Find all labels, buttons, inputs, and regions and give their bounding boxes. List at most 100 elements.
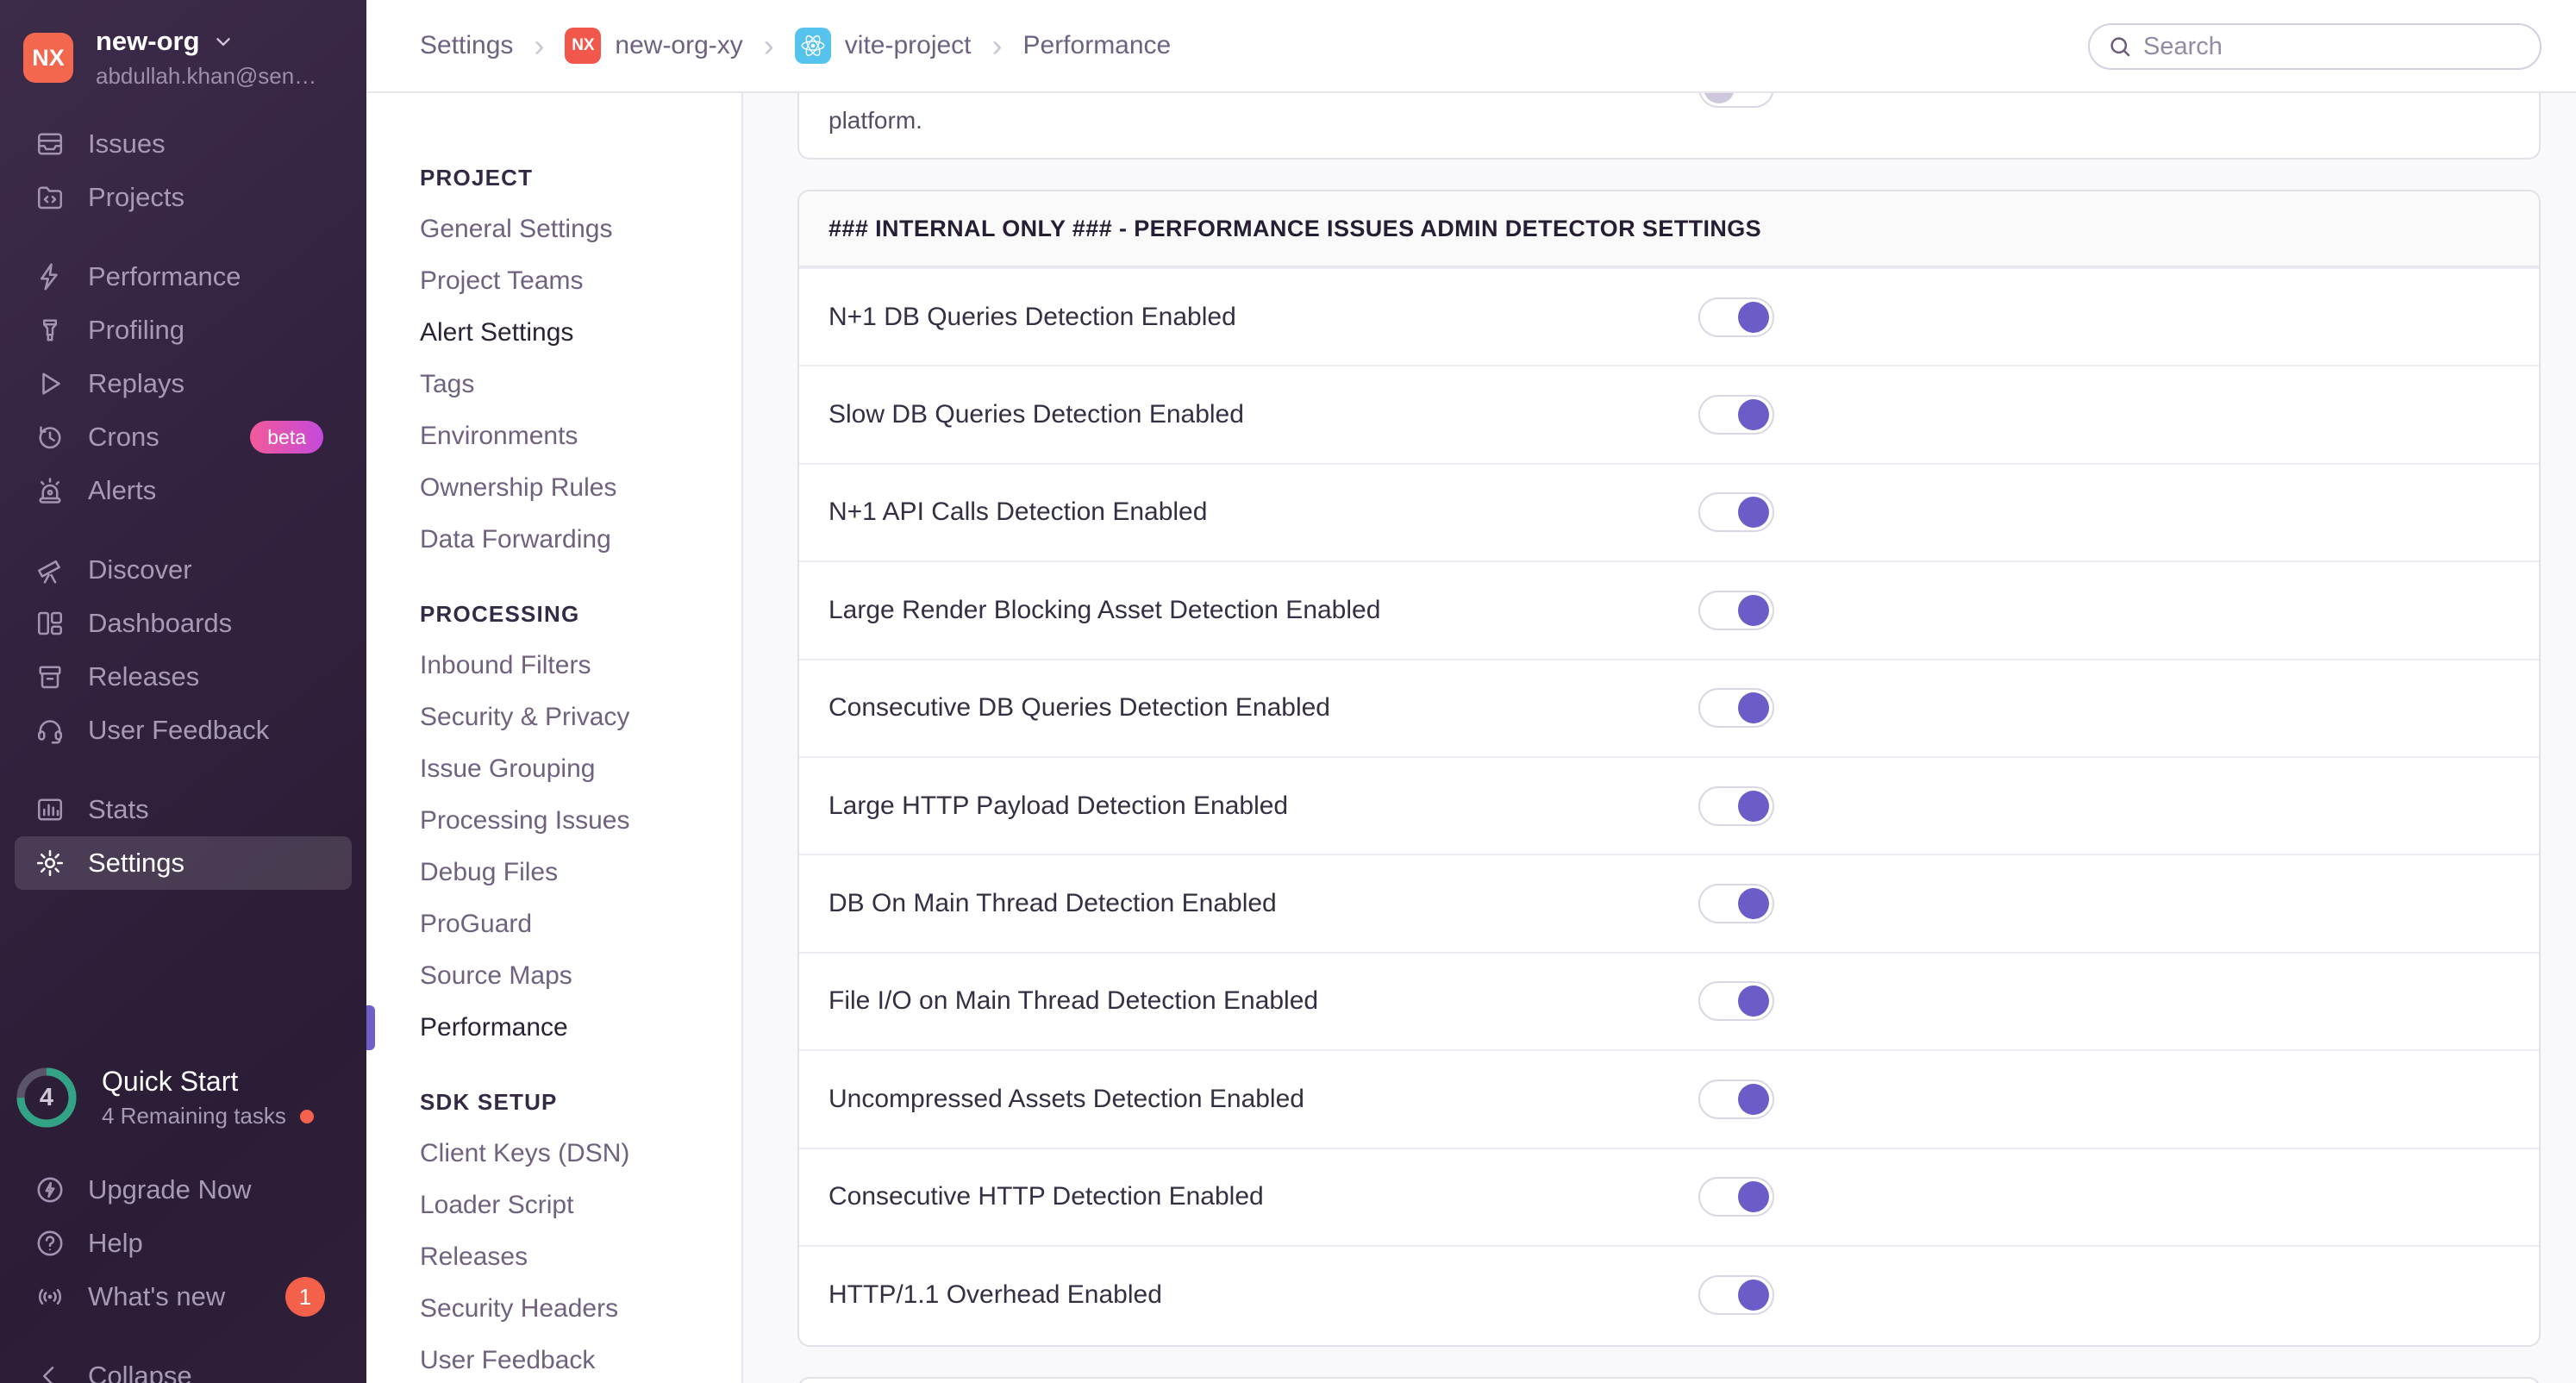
issues-icon	[37, 133, 63, 155]
play-icon	[42, 372, 60, 395]
breadcrumb-settings[interactable]: Settings	[420, 31, 513, 60]
toggle-knob	[1738, 1083, 1769, 1115]
nav-item-source-maps[interactable]: Source Maps	[366, 950, 741, 1002]
nav-item-performance[interactable]: Performance	[366, 1002, 741, 1054]
breadcrumb-organization[interactable]: NX new-org-xy	[565, 28, 743, 64]
setting-row: Large Render Blocking Asset Detection En…	[799, 560, 2539, 658]
partial-panel-toggle[interactable]	[1698, 93, 1774, 108]
sidebar-item-collapse[interactable]: Collapse	[0, 1349, 366, 1383]
toggle-http11-overhead[interactable]	[1698, 1274, 1774, 1315]
setting-row: DB On Main Thread Detection Enabled	[799, 854, 2539, 951]
dashboard-grid-icon	[37, 611, 63, 635]
setting-row: Consecutive DB Queries Detection Enabled	[799, 658, 2539, 756]
nav-item-project-teams[interactable]: Project Teams	[366, 255, 741, 307]
toggle-n1-api-calls[interactable]	[1698, 492, 1774, 533]
nav-item-tags[interactable]: Tags	[366, 359, 741, 410]
notification-dot	[299, 1109, 314, 1123]
sidebar-item-label: Projects	[88, 182, 184, 212]
toggle-knob	[1738, 1279, 1769, 1311]
nav-item-issue-grouping[interactable]: Issue Grouping	[366, 743, 741, 795]
search-input[interactable]	[2143, 32, 2523, 61]
broadcast-icon	[38, 1288, 62, 1305]
headset-icon	[37, 720, 63, 744]
sidebar-item-label: Upgrade Now	[88, 1174, 252, 1205]
toggle-consecutive-db-queries[interactable]	[1698, 688, 1774, 729]
toggle-knob	[1738, 497, 1769, 529]
toggle-db-on-main-thread[interactable]	[1698, 884, 1774, 924]
toggle-knob	[1738, 301, 1769, 333]
whats-new-badge: 1	[285, 1277, 325, 1317]
nav-item-loader-script[interactable]: Loader Script	[366, 1180, 741, 1231]
sidebar-item-label: Replays	[88, 368, 184, 398]
active-indicator	[366, 1005, 375, 1050]
quick-start-count: 4	[39, 1083, 54, 1111]
toggle-slow-db-queries[interactable]	[1698, 395, 1774, 435]
toggle-knob	[1738, 594, 1769, 626]
sidebar-item-upgrade-now[interactable]: Upgrade Now	[0, 1163, 366, 1217]
setting-row: N+1 DB Queries Detection Enabled	[799, 267, 2539, 365]
toggle-knob	[1738, 399, 1769, 431]
sidebar-item-settings[interactable]: Settings	[15, 836, 352, 890]
sidebar-item-label: Help	[88, 1228, 143, 1258]
next-panel-edge	[797, 1377, 2541, 1383]
nav-item-general-settings[interactable]: General Settings	[366, 203, 741, 255]
sidebar-item-stats[interactable]: Stats	[0, 783, 366, 836]
nav-item-ownership-rules[interactable]: Ownership Rules	[366, 462, 741, 514]
sidebar-item-discover[interactable]: Discover	[0, 543, 366, 597]
toggle-n1-db-queries[interactable]	[1698, 297, 1774, 337]
nav-item-debug-files[interactable]: Debug Files	[366, 847, 741, 898]
org-badge: NX	[565, 28, 602, 64]
sidebar-item-label: Dashboards	[88, 608, 233, 638]
org-switcher[interactable]: NX new-org abdullah.khan@sen…	[23, 26, 328, 90]
sidebar-item-crons[interactable]: Crons beta	[0, 410, 366, 464]
help-icon	[37, 1230, 63, 1256]
nav-item-alert-settings[interactable]: Alert Settings	[366, 307, 741, 359]
org-avatar: NX	[23, 33, 73, 83]
sidebar-item-releases[interactable]: Releases	[0, 650, 366, 704]
breadcrumb-separator: ›	[763, 28, 774, 63]
lightning-icon	[40, 263, 58, 291]
setting-row: Large HTTP Payload Detection Enabled	[799, 755, 2539, 854]
nav-item-security-privacy[interactable]: Security & Privacy	[366, 692, 741, 743]
sidebar-item-label: Profiling	[88, 315, 184, 345]
settings-nav: PROJECT General Settings Project Teams A…	[366, 93, 743, 1383]
sidebar-item-label: User Feedback	[88, 715, 270, 745]
breadcrumb-separator: ›	[534, 28, 545, 63]
nav-item-releases[interactable]: Releases	[366, 1231, 741, 1283]
nav-item-proguard[interactable]: ProGuard	[366, 898, 741, 950]
archive-box-icon	[39, 666, 61, 689]
sidebar-item-alerts[interactable]: Alerts	[0, 464, 366, 517]
sidebar-item-profiling[interactable]: Profiling	[0, 304, 366, 357]
sidebar-item-dashboards[interactable]: Dashboards	[0, 597, 366, 650]
nav-item-inbound-filters[interactable]: Inbound Filters	[366, 640, 741, 692]
sidebar-item-label: Collapse	[88, 1361, 192, 1383]
sidebar-item-label: Issues	[88, 128, 166, 159]
sidebar-item-projects[interactable]: Projects	[0, 171, 366, 224]
nav-item-client-keys[interactable]: Client Keys (DSN)	[366, 1128, 741, 1180]
beta-badge: beta	[250, 421, 323, 454]
nav-item-environments[interactable]: Environments	[366, 410, 741, 462]
sidebar-item-label: Settings	[88, 848, 185, 878]
sidebar-item-issues[interactable]: Issues	[0, 117, 366, 171]
sidebar-item-whats-new[interactable]: What's new 1	[0, 1270, 366, 1324]
sidebar-item-label: Stats	[88, 794, 149, 824]
toggle-file-io-main-thread[interactable]	[1698, 981, 1774, 1022]
toggle-large-http-payload[interactable]	[1698, 785, 1774, 826]
sidebar-item-help[interactable]: Help	[0, 1217, 366, 1270]
nav-item-security-headers[interactable]: Security Headers	[366, 1283, 741, 1335]
sidebar-item-replays[interactable]: Replays	[0, 357, 366, 410]
toggle-consecutive-http[interactable]	[1698, 1177, 1774, 1217]
breadcrumb-project[interactable]: vite-project	[794, 28, 972, 64]
nav-item-user-feedback[interactable]: User Feedback	[366, 1335, 741, 1383]
sidebar-item-label: Crons	[88, 422, 159, 452]
panel-title: ### INTERNAL ONLY ### - PERFORMANCE ISSU…	[799, 191, 2539, 267]
toggle-large-render-blocking-asset[interactable]	[1698, 590, 1774, 630]
sidebar-item-user-feedback[interactable]: User Feedback	[0, 704, 366, 757]
quick-start-widget[interactable]: 4 Quick Start 4 Remaining tasks	[16, 1066, 352, 1130]
search-box[interactable]	[2088, 23, 2542, 70]
sidebar-item-performance[interactable]: Performance	[0, 250, 366, 304]
nav-item-processing-issues[interactable]: Processing Issues	[366, 795, 741, 847]
nav-item-data-forwarding[interactable]: Data Forwarding	[366, 514, 741, 566]
toggle-uncompressed-assets[interactable]	[1698, 1079, 1774, 1119]
sidebar-item-label: Alerts	[88, 475, 157, 505]
